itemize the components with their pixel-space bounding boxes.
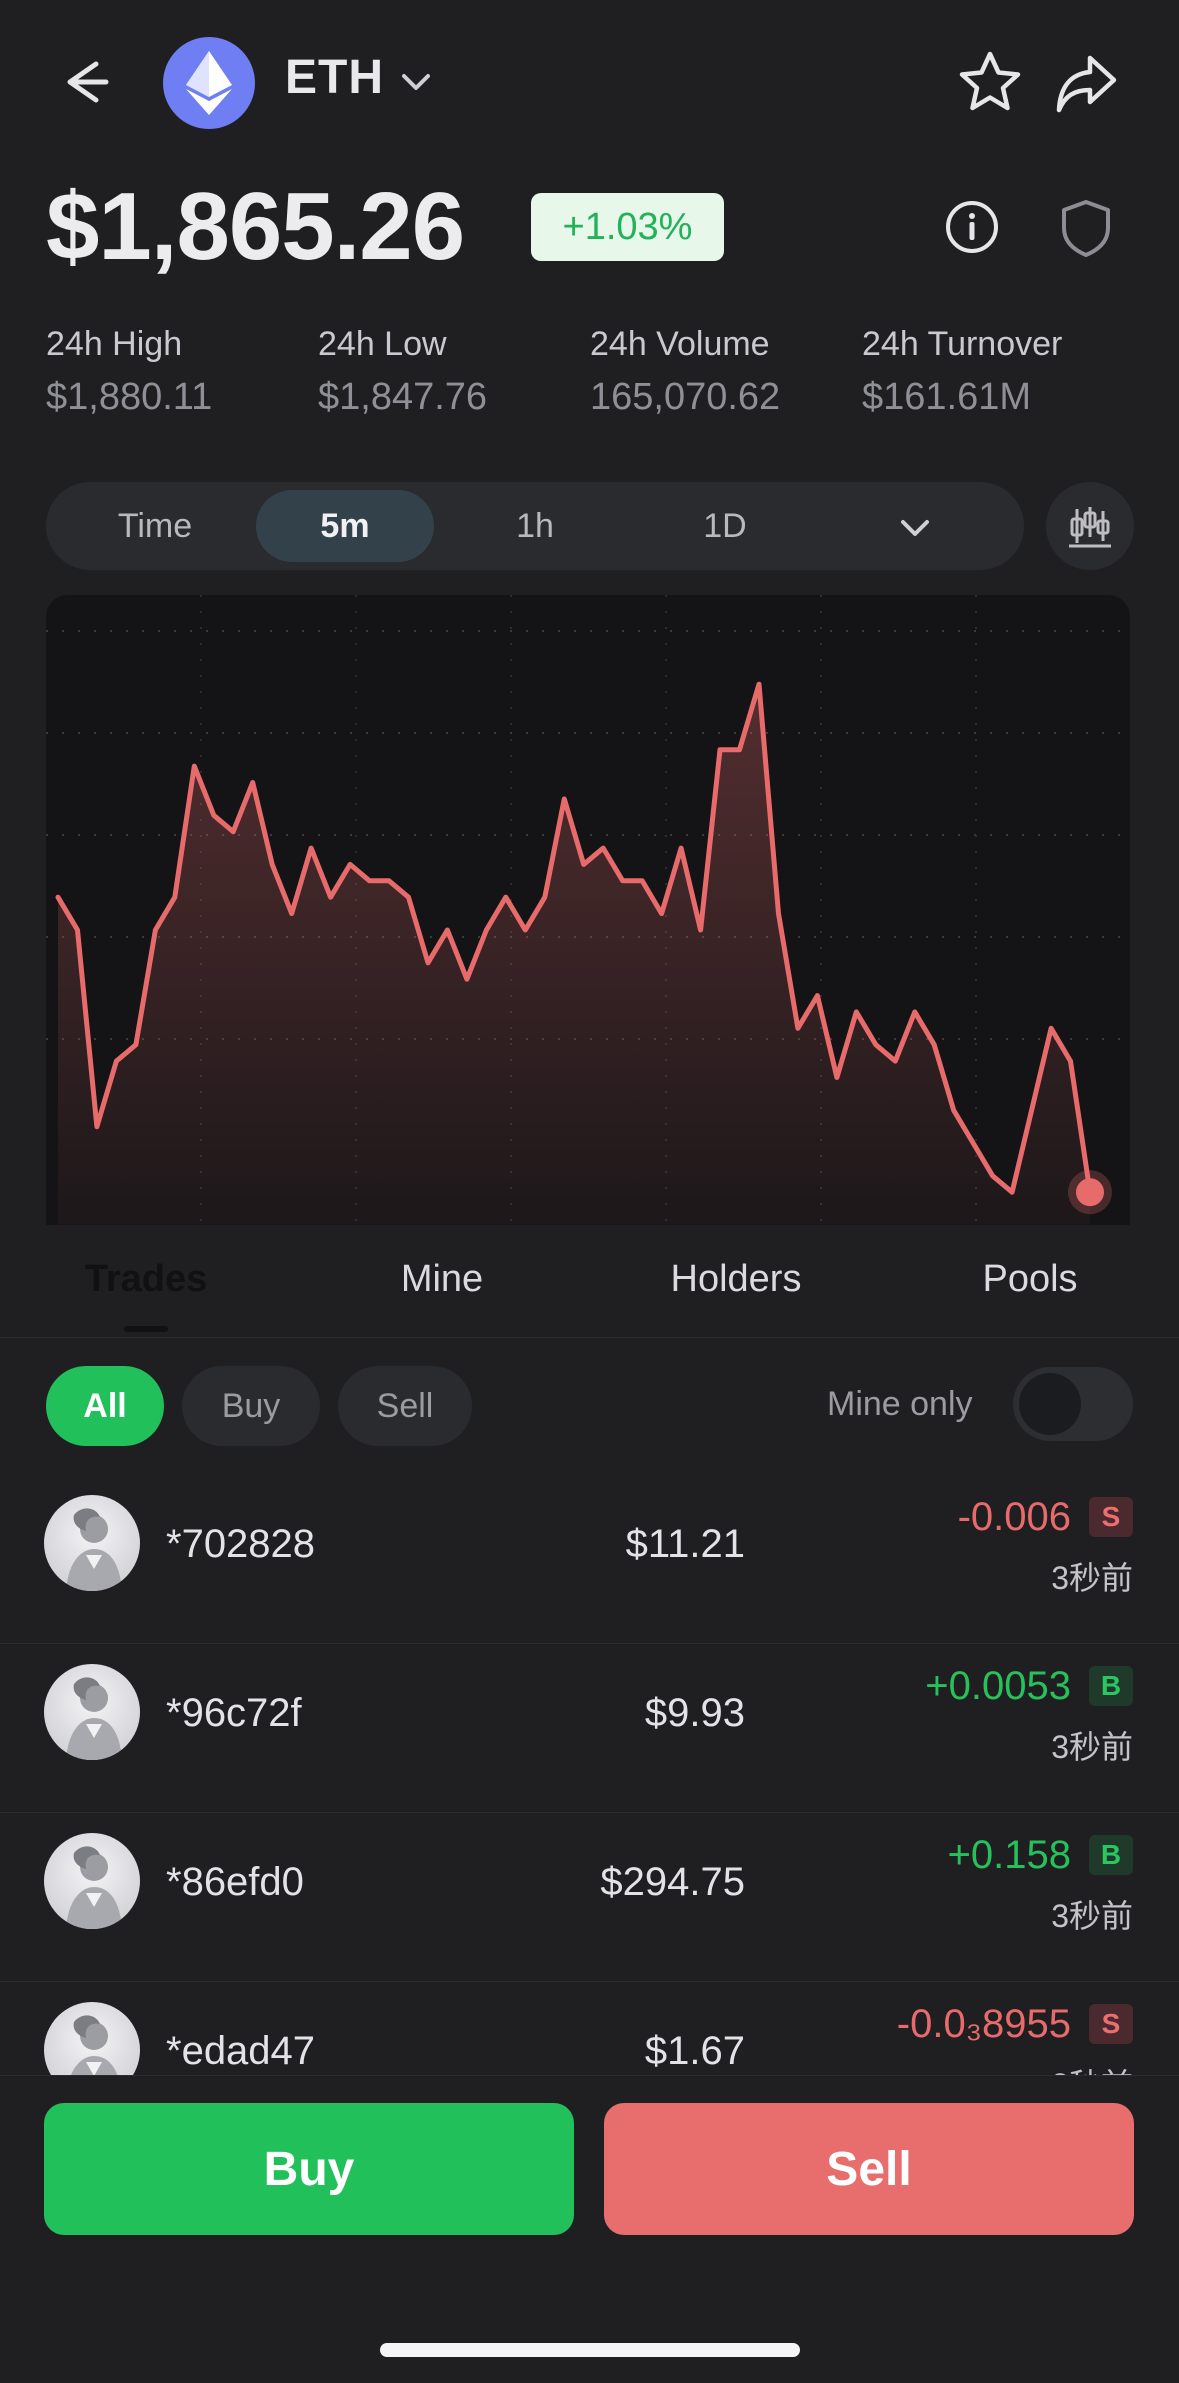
star-icon[interactable] — [955, 48, 1025, 118]
back-arrow-icon[interactable] — [60, 52, 120, 112]
buy-button[interactable]: Buy — [44, 2103, 574, 2235]
candlestick-icon — [1069, 507, 1111, 548]
toggle-knob — [1019, 1373, 1081, 1435]
tab-pools[interactable]: Pools — [910, 1258, 1150, 1301]
filter-sell[interactable]: Sell — [338, 1366, 472, 1446]
stat-label: 24h Turnover — [862, 325, 1063, 363]
trader-id: *86efd0 — [166, 1860, 304, 1904]
stat-label: 24h High — [46, 325, 183, 363]
mine-only-toggle[interactable] — [1013, 1367, 1133, 1441]
trader-id: *edad47 — [166, 2029, 316, 2073]
active-tab-indicator — [124, 1326, 168, 1332]
stat-value: $161.61M — [862, 376, 1032, 418]
candlestick-chart-button[interactable] — [1046, 482, 1134, 570]
current-price: $1,865.26 — [46, 173, 465, 280]
chevron-down-icon[interactable] — [398, 64, 434, 100]
stat-24h-turnover: 24h Turnover $161.61M — [862, 325, 1062, 419]
filter-buy[interactable]: Buy — [182, 1366, 320, 1446]
price-chart-svg — [46, 595, 1130, 1225]
eth-logo-icon — [163, 37, 255, 129]
trade-time: 3秒前 — [1051, 1729, 1133, 1765]
trade-amount: +0.158 — [947, 1833, 1071, 1877]
sell-side-badge: S — [1089, 1497, 1133, 1537]
price-area — [58, 684, 1090, 1225]
avatar — [44, 1833, 140, 1929]
sell-button[interactable]: Sell — [604, 2103, 1134, 2235]
trade-amount: -0.006 — [957, 1495, 1071, 1539]
filter-all[interactable]: All — [46, 1366, 164, 1446]
trade-time: 3秒前 — [1051, 1898, 1133, 1934]
trade-amount: +0.0053 — [925, 1664, 1071, 1708]
buy-side-badge: B — [1089, 1666, 1133, 1706]
trade-usd-value: $9.93 — [644, 1691, 745, 1735]
stat-24h-high: 24h High $1,880.11 — [46, 325, 212, 419]
table-row[interactable]: *edad47 $1.67 -0.0₃8955 S 3秒前 — [0, 1982, 1179, 2075]
mine-only-label: Mine only — [827, 1385, 973, 1423]
info-icon[interactable] — [943, 198, 1001, 256]
stat-24h-volume: 24h Volume 165,070.62 — [590, 325, 780, 419]
tab-holders[interactable]: Holders — [616, 1258, 856, 1301]
chevron-down-icon[interactable] — [895, 508, 935, 548]
sell-side-badge: S — [1089, 2004, 1133, 2044]
share-icon[interactable] — [1052, 48, 1122, 118]
table-row[interactable]: *702828 $11.21 -0.006 S 3秒前 — [0, 1475, 1179, 1644]
interval-1h[interactable]: 1h — [440, 490, 630, 562]
tab-trades[interactable]: Trades — [26, 1258, 266, 1301]
price-change-badge: +1.03% — [531, 193, 724, 261]
trade-time: 3秒前 — [1051, 2060, 1133, 2075]
price-chart[interactable] — [46, 595, 1130, 1225]
trade-usd-value: $294.75 — [600, 1860, 745, 1904]
avatar — [44, 2002, 140, 2075]
trade-time: 3秒前 — [1051, 1560, 1133, 1596]
tab-mine[interactable]: Mine — [322, 1258, 562, 1301]
home-indicator — [380, 2343, 800, 2357]
stat-label: 24h Volume — [590, 325, 770, 363]
avatar — [44, 1664, 140, 1760]
trades-list[interactable]: *702828 $11.21 -0.006 S 3秒前 *96c72f $9.9… — [0, 1475, 1179, 2075]
interval-5m[interactable]: 5m — [256, 490, 434, 562]
token-name[interactable]: ETH — [285, 50, 384, 105]
interval-time[interactable]: Time — [60, 490, 250, 562]
last-price-dot — [1076, 1178, 1104, 1207]
stat-value: $1,880.11 — [46, 376, 213, 418]
table-row[interactable]: *86efd0 $294.75 +0.158 B 3秒前 — [0, 1813, 1179, 1982]
trade-usd-value: $11.21 — [625, 1522, 745, 1566]
buy-side-badge: B — [1089, 1835, 1133, 1875]
trade-usd-value: $1.67 — [644, 2029, 745, 2073]
stat-value: $1,847.76 — [318, 376, 488, 418]
trader-id: *702828 — [166, 1522, 316, 1566]
interval-1d[interactable]: 1D — [630, 490, 820, 562]
stat-label: 24h Low — [318, 325, 447, 363]
avatar — [44, 1495, 140, 1591]
shield-icon[interactable] — [1058, 198, 1114, 258]
stat-value: 165,070.62 — [590, 376, 781, 418]
trader-id: *96c72f — [166, 1691, 302, 1735]
stat-24h-low: 24h Low $1,847.76 — [318, 325, 487, 419]
trade-amount: -0.0₃8955 — [896, 2002, 1071, 2046]
table-row[interactable]: *96c72f $9.93 +0.0053 B 3秒前 — [0, 1644, 1179, 1813]
